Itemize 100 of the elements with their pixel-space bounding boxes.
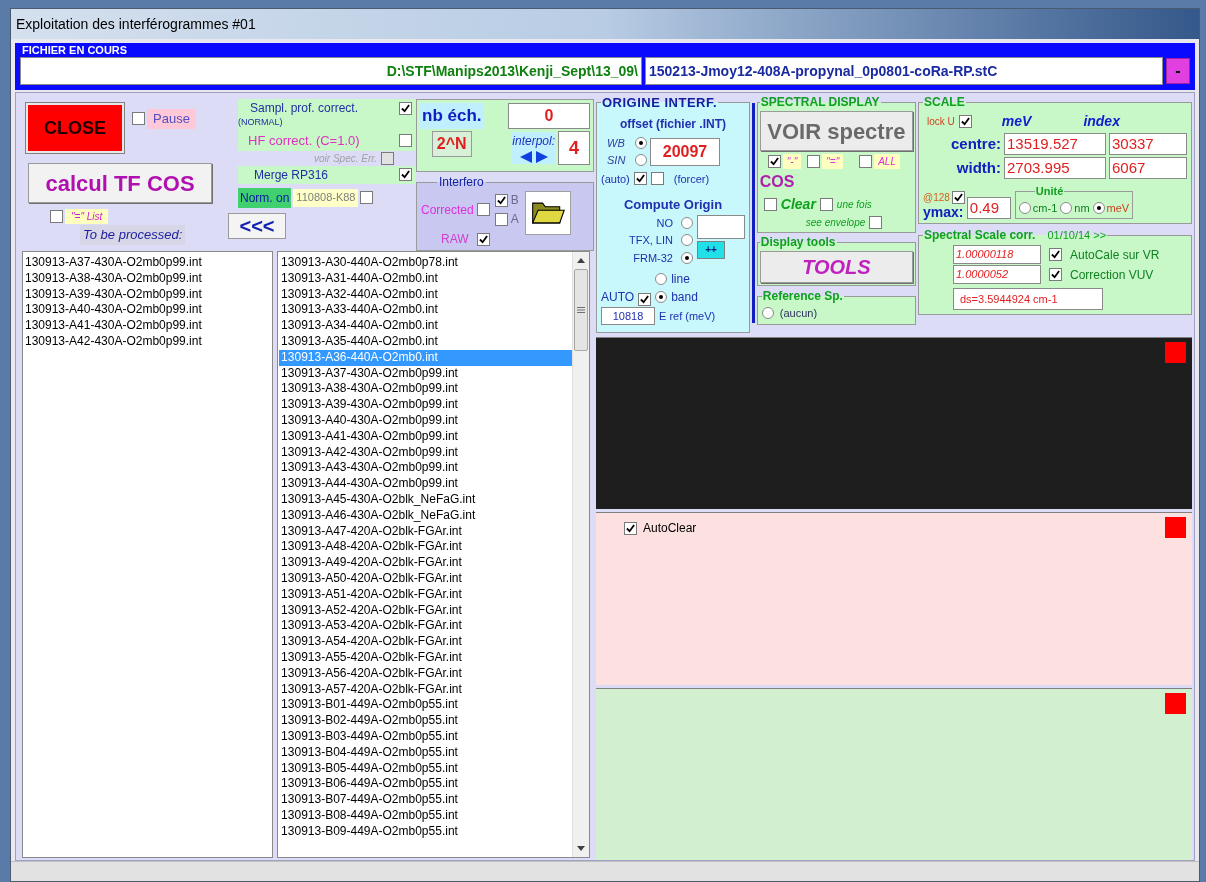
checkbox[interactable] [763, 198, 777, 211]
index-field[interactable]: 6067 [1109, 156, 1187, 179]
checkbox[interactable] [494, 212, 508, 226]
list-item[interactable]: 130913-A55-420A-O2blk-FGAr.int [279, 649, 572, 666]
checkbox[interactable] [958, 114, 972, 128]
list-item[interactable]: 130913-A52-420A-O2blk-FGAr.int [279, 602, 572, 619]
list-item[interactable]: 130913-A39-430A-O2mb0p99.int [25, 286, 273, 303]
origin-field[interactable] [697, 214, 745, 239]
list-item[interactable]: 130913-A39-430A-O2mb0p99.int [279, 397, 572, 413]
open-folder-button[interactable] [524, 191, 571, 235]
ds-field[interactable]: ds=3.5944924 cm-1 [953, 288, 1103, 310]
eref-field[interactable]: 10818 [601, 307, 655, 325]
list-item[interactable]: 130913-A31-440A-O2mb0.int [279, 270, 572, 287]
tools-button[interactable]: TOOLS [759, 251, 913, 283]
checkbox[interactable] [1049, 248, 1062, 261]
list-item[interactable]: 130913-A51-420A-O2blk-FGAr.int [279, 586, 572, 603]
list-item[interactable]: 130913-A56-420A-O2blk-FGAr.int [279, 665, 572, 682]
checkbox[interactable] [494, 193, 508, 207]
list-item[interactable]: 130913-A33-440A-O2mb0.int [279, 302, 572, 319]
radio-button[interactable] [681, 216, 693, 229]
ymax-field[interactable]: 0.49 [966, 197, 1011, 219]
checkbox[interactable] [399, 101, 412, 115]
power-of-two-button[interactable]: 2^N [431, 130, 472, 157]
list-item[interactable]: 130913-A48-420A-O2blk-FGAr.int [279, 539, 572, 556]
list-item[interactable]: 130913-A37-430A-O2mb0p99.int [25, 255, 273, 271]
mev-field[interactable]: 2703.995 [1004, 156, 1106, 179]
list-item[interactable]: 130913-A42-430A-O2mb0p99.int [25, 334, 273, 350]
checkbox[interactable] [633, 172, 647, 186]
radio-button[interactable] [761, 307, 774, 320]
list-item[interactable]: 130913-A43-430A-O2mb0p99.int [279, 460, 572, 477]
list-item[interactable]: 130913-A47-420A-O2blk-FGAr.int [279, 523, 572, 540]
checkbox[interactable] [476, 232, 490, 246]
checkbox[interactable] [1049, 268, 1062, 281]
increment-button[interactable]: ++ [697, 240, 725, 259]
list-item[interactable]: 130913-A46-430A-O2blk_NeFaG.int [279, 507, 572, 524]
radio-button[interactable] [1092, 201, 1105, 214]
plot-corner-button[interactable] [1165, 517, 1186, 539]
right-arrow-icon[interactable] [533, 150, 550, 164]
checkbox[interactable] [650, 172, 664, 186]
checkbox[interactable] [399, 168, 412, 181]
list-item[interactable]: 130913-B06-449A-O2mb0p55.int [279, 776, 572, 793]
list-item[interactable]: 130913-A50-420A-O2blk-FGAr.int [279, 570, 572, 587]
list-item[interactable]: 130913-B07-449A-O2mb0p55.int [279, 792, 572, 808]
close-button[interactable]: CLOSE [26, 103, 124, 153]
list-item[interactable]: 130913-B09-449A-O2mb0p55.int [279, 823, 572, 840]
checkbox[interactable] [807, 155, 821, 168]
correction-field[interactable]: 1.0000052 [953, 265, 1041, 284]
checkbox[interactable] [859, 155, 873, 168]
plot-corner-button[interactable] [1165, 692, 1186, 714]
back-button[interactable]: <<< [228, 212, 286, 239]
checkbox[interactable] [50, 210, 63, 223]
radio-button[interactable] [681, 251, 693, 264]
list-item[interactable]: 130913-A40-430A-O2mb0p99.int [25, 302, 273, 319]
scroll-down-icon[interactable] [577, 846, 585, 851]
mev-field[interactable]: 13519.527 [1004, 133, 1106, 156]
list-item[interactable]: 130913-A44-430A-O2mb0p99.int [279, 476, 572, 492]
radio-button[interactable] [1060, 201, 1073, 214]
folder-field[interactable]: D:\STF\Manips2013\Kenji_Sept\13_09\ [20, 57, 642, 85]
list-item[interactable]: 130913-A30-440A-O2mb0p78.int [279, 255, 572, 271]
list-item[interactable]: 130913-B08-449A-O2mb0p55.int [279, 807, 572, 824]
radio-button[interactable] [635, 154, 647, 167]
list-item[interactable]: 130913-A45-430A-O2blk_NeFaG.int [279, 491, 572, 508]
list-item[interactable]: 130913-A40-430A-O2mb0p99.int [279, 412, 572, 429]
checkbox[interactable] [399, 134, 412, 148]
list-item[interactable]: 130913-A35-440A-O2mb0.int [279, 334, 572, 350]
list-item[interactable]: 130913-A54-420A-O2blk-FGAr.int [279, 634, 572, 650]
index-field[interactable]: 30337 [1109, 133, 1187, 156]
checkbox[interactable] [638, 293, 652, 306]
radio-button[interactable] [635, 136, 647, 149]
list-item[interactable]: 130913-A32-440A-O2mb0.int [279, 286, 572, 303]
plot-area[interactable]: AutoClear [596, 512, 1192, 685]
checkbox[interactable] [360, 191, 374, 204]
checkbox[interactable] [767, 155, 781, 168]
list-item[interactable]: 130913-A38-430A-O2mb0p99.int [25, 270, 273, 287]
list-item[interactable]: 130913-A53-420A-O2blk-FGAr.int [279, 618, 572, 635]
list-item[interactable]: 130913-A38-430A-O2mb0p99.int [279, 381, 572, 398]
minimize-button[interactable]: - [1166, 58, 1190, 84]
radio-button[interactable] [655, 273, 668, 285]
checkbox[interactable] [476, 203, 490, 216]
scroll-up-icon[interactable] [577, 258, 585, 263]
list-item[interactable]: 130913-B04-449A-O2mb0p55.int [279, 744, 572, 761]
list-item[interactable]: 130913-A42-430A-O2mb0p99.int [279, 444, 572, 461]
checkbox[interactable] [132, 112, 145, 126]
offset-field[interactable]: 20097 [650, 137, 720, 166]
radio-button[interactable] [655, 291, 668, 303]
list-item[interactable]: 130913-A49-420A-O2blk-FGAr.int [279, 555, 572, 571]
scroll-thumb[interactable] [574, 269, 588, 351]
scrollbar[interactable] [572, 252, 589, 857]
samples-field[interactable]: 0 [508, 103, 590, 129]
radio-button[interactable] [1018, 201, 1031, 214]
list-item[interactable]: 130913-B05-449A-O2mb0p55.int [279, 760, 572, 777]
checkbox[interactable] [819, 198, 833, 211]
correction-field[interactable]: 1.00000118 [953, 245, 1041, 264]
checkbox[interactable] [951, 191, 965, 204]
list-item[interactable]: 130913-B03-449A-O2mb0p55.int [279, 728, 572, 745]
file-field[interactable]: 150213-Jmoy12-408A-propynal_0p0801-coRa-RP.stC [645, 57, 1163, 85]
radio-button[interactable] [681, 234, 693, 247]
calc-button[interactable]: calcul TF COS [28, 163, 212, 203]
list-item[interactable]: 130913-A57-420A-O2blk-FGAr.int [279, 681, 572, 698]
checkbox[interactable] [869, 216, 883, 229]
